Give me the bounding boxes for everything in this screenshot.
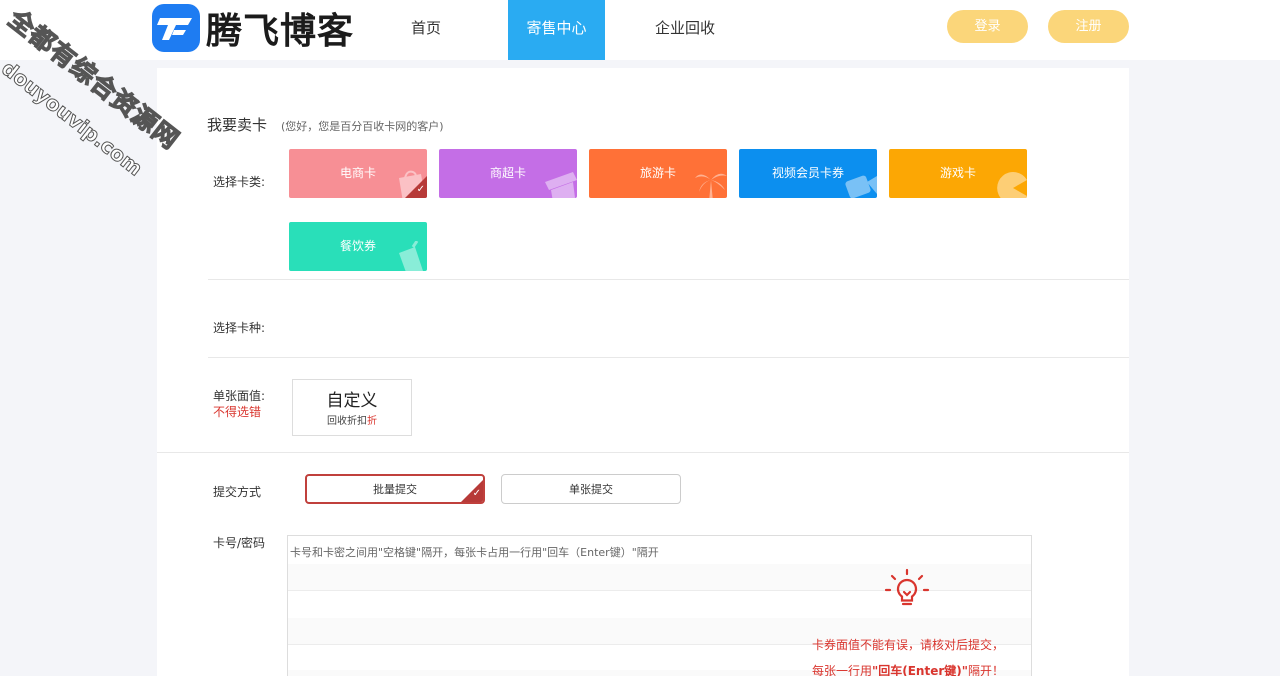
- palm-tree-icon: [695, 173, 727, 198]
- hint-suffix: 隔开！: [968, 664, 1005, 676]
- logo-icon: [152, 4, 200, 52]
- custom-value-title: 自定义: [326, 391, 378, 411]
- category-card-label: 电商卡: [339, 166, 376, 180]
- hint-key: "回车(Enter键)": [871, 664, 968, 676]
- top-header: 腾飞博客 首页 寄售中心 企业回收 登录 注册: [0, 0, 1280, 60]
- pacman-icon: [997, 172, 1027, 198]
- hint-line-1: 卡券面值不能有误，请核对后提交，: [811, 638, 1004, 652]
- category-label: 选择卡类:: [213, 175, 266, 189]
- category-card-travel[interactable]: 旅游卡: [589, 149, 727, 198]
- login-button[interactable]: 登录: [947, 10, 1028, 43]
- page-title: 我要卖卡: [207, 116, 268, 134]
- discount-suffix: 折: [367, 416, 377, 427]
- category-card-dining[interactable]: 餐饮券: [289, 222, 427, 271]
- category-card-supermarket[interactable]: 商超卡: [439, 149, 577, 198]
- category-card-label: 商超卡: [489, 166, 526, 180]
- hint-line-2: 每张一行用"回车(Enter键)"隔开！: [768, 662, 1031, 676]
- submit-mode-label: 提交方式: [213, 485, 262, 499]
- card-type-label: 选择卡种:: [213, 321, 266, 335]
- logo-text: 腾飞博客: [206, 11, 355, 52]
- card-password-label: 卡号/密码: [213, 536, 266, 550]
- divider: [157, 452, 1129, 453]
- batch-submit-label: 批量提交: [373, 483, 417, 496]
- divider: [208, 357, 1129, 358]
- divider: [208, 279, 1129, 280]
- watermark-url: douyouvip.com: [0, 56, 148, 182]
- category-card-label: 游戏卡: [939, 166, 976, 180]
- category-card-ecommerce[interactable]: 电商卡 ✓: [289, 149, 427, 198]
- section-title-row: 我要卖卡 (您好，您是百分百收卡网的客户): [207, 114, 444, 135]
- selected-check-icon: ✓: [461, 480, 483, 502]
- watermark-line-2: douyouvip.com: [0, 56, 148, 182]
- discount-rate-text: 回收折扣折: [293, 412, 411, 427]
- nav-enterprise-recycle[interactable]: 企业回收: [645, 0, 725, 60]
- category-card-label: 旅游卡: [639, 166, 676, 180]
- nav-consignment-center[interactable]: 寄售中心: [508, 0, 605, 60]
- card-password-textarea[interactable]: 卡号和卡密之间用"空格键"隔开，每张卡占用一行用"回车（Enter键）"隔开 卡…: [287, 535, 1032, 676]
- custom-value-option[interactable]: 自定义 回收折扣折: [292, 379, 412, 436]
- face-value-label: 单张面值:: [213, 389, 266, 403]
- face-value-warning: 不得选错: [213, 405, 262, 419]
- textarea-placeholder: 卡号和卡密之间用"空格键"隔开，每张卡占用一行用"回车（Enter键）"隔开: [290, 546, 659, 559]
- discount-prefix: 回收折扣: [327, 416, 367, 427]
- category-card-label: 视频会员卡券: [771, 166, 844, 180]
- video-icon: [845, 175, 877, 198]
- single-submit-button[interactable]: 单张提交: [501, 474, 681, 504]
- selected-check-icon: ✓: [405, 176, 427, 198]
- category-card-label: 餐饮券: [339, 239, 376, 253]
- sell-card-panel: 我要卖卡 (您好，您是百分百收卡网的客户) 选择卡类: 电商卡 ✓ 商超卡 旅游…: [157, 68, 1129, 676]
- single-submit-label: 单张提交: [569, 483, 613, 496]
- lightbulb-icon: [884, 568, 930, 606]
- nav-home[interactable]: 首页: [396, 0, 456, 60]
- batch-submit-button[interactable]: 批量提交 ✓: [305, 474, 485, 504]
- hint-prefix: 每张一行用: [811, 664, 872, 676]
- category-card-game[interactable]: 游戏卡: [889, 149, 1027, 198]
- drink-icon: [399, 241, 423, 271]
- register-button[interactable]: 注册: [1048, 10, 1129, 43]
- page-subtitle: (您好，您是百分百收卡网的客户): [281, 120, 444, 133]
- category-card-video[interactable]: 视频会员卡券: [739, 149, 877, 198]
- site-logo[interactable]: 腾飞博客: [152, 3, 354, 53]
- store-icon: [545, 172, 577, 198]
